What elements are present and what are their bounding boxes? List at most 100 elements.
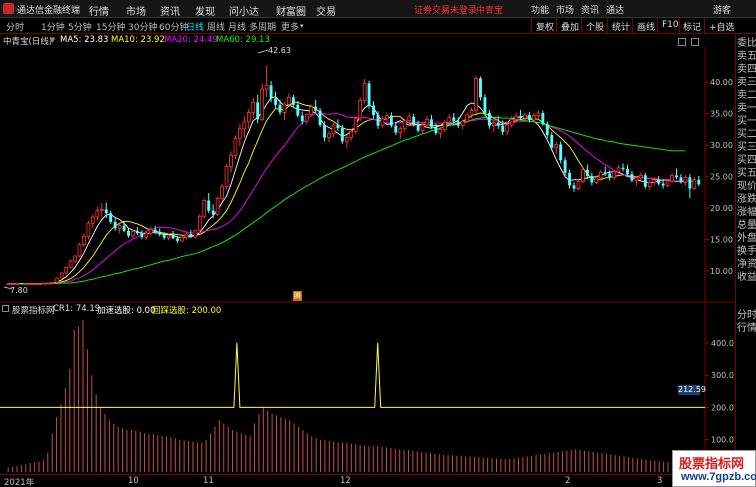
candle-body <box>550 135 554 148</box>
side-item-buy2[interactable]: 买二 <box>737 128 756 141</box>
menu-function[interactable]: 功能 <box>531 3 549 16</box>
guest-user[interactable]: 游客 <box>713 3 731 16</box>
period-toolbar: 分时 1分钟 5分钟 15分钟 30分钟 60分钟 日线 周线 月线 多周期 更… <box>0 18 756 34</box>
candle-body <box>287 96 291 105</box>
toolbar-divider <box>556 18 557 34</box>
candle-body <box>474 78 478 111</box>
menu-market-right[interactable]: 市场 <box>556 3 574 16</box>
side-tab-quotes[interactable]: 行情 <box>737 322 756 335</box>
candle-body <box>452 117 456 122</box>
side-item-outer[interactable]: 外盘 <box>737 232 756 245</box>
side-item-buy4[interactable]: 买四 <box>737 154 756 167</box>
side-item-sell3[interactable]: 卖三 <box>737 76 756 89</box>
period-more[interactable]: 更多 <box>281 20 299 33</box>
side-item-volume[interactable]: 总量 <box>737 219 756 232</box>
menu-ask[interactable]: 问小达 <box>229 3 259 18</box>
price-chart[interactable]: 40.00 35.00 30.00 25.00 20.00 15.00 10.00 <box>0 47 735 303</box>
candle-body <box>117 225 122 229</box>
more-chevron-icon[interactable]: ▾ <box>300 22 304 30</box>
period-monthly[interactable]: 月线 <box>228 20 246 33</box>
side-item-buy1[interactable]: 买一 <box>737 115 756 128</box>
candle-body <box>514 115 518 120</box>
dropdown-icon[interactable]: ▼ <box>50 36 55 44</box>
tool-adjust[interactable]: 复权 <box>536 20 554 33</box>
candle-body <box>661 183 665 186</box>
candle-body <box>626 169 629 175</box>
candle-body <box>362 83 367 101</box>
candle-body <box>260 88 265 120</box>
side-item-change[interactable]: 涨跌 <box>737 193 756 206</box>
candle-body <box>340 128 344 142</box>
menu-wealth[interactable]: 财富圈 <box>276 3 306 18</box>
tool-f10[interactable]: F10 <box>662 20 679 30</box>
side-item-sell5[interactable]: 卖五 <box>737 50 756 63</box>
menu-news[interactable]: 资讯 <box>160 3 180 18</box>
candle-body <box>438 129 443 134</box>
price-tick-label: 30.00 <box>710 141 733 150</box>
candle-body <box>563 160 567 173</box>
tool-mark[interactable]: 标记 <box>683 20 701 33</box>
tool-draw[interactable]: 画线 <box>637 20 655 33</box>
quote-side-panel: 委比 卖五 卖四 卖三 卖二 卖一 买一 买二 买三 买四 买五 现价 涨跌 涨… <box>735 34 756 487</box>
cr1-label: CR1: 74.19 <box>53 304 101 314</box>
period-intraday[interactable]: 分时 <box>6 20 24 33</box>
side-item-earnings[interactable]: 收益 <box>737 271 756 284</box>
tool-overlay[interactable]: 叠加 <box>561 20 579 33</box>
time-label: 2 <box>565 476 571 486</box>
candle-body <box>15 282 19 285</box>
menu-quotes[interactable]: 行情 <box>89 3 109 18</box>
candle-body <box>407 116 412 122</box>
side-item-turnover[interactable]: 换手 <box>737 245 756 258</box>
side-item-buy3[interactable]: 买三 <box>737 141 756 154</box>
candle-body <box>331 124 336 135</box>
indicator-source[interactable]: 股票指标网 <box>12 304 55 316</box>
menu-discover[interactable]: 发现 <box>195 3 215 18</box>
side-item-weibi[interactable]: 委比 <box>737 37 756 50</box>
candle-body <box>238 128 242 139</box>
tool-stock[interactable]: 个股 <box>586 20 604 33</box>
trade-login-alert[interactable]: 证券交易未登录 <box>414 3 477 16</box>
tool-stats[interactable]: 统计 <box>612 20 630 33</box>
menu-tongda[interactable]: 通达 <box>606 3 624 16</box>
candle-body <box>264 84 269 90</box>
indicator-chart[interactable]: 400.0 300.0 200.0 100.0 <box>0 303 735 474</box>
candle-body <box>207 200 211 211</box>
candle-body <box>220 186 224 200</box>
event-marker[interactable]: 腾 <box>293 291 302 301</box>
period-5min[interactable]: 5分钟 <box>68 20 92 33</box>
candle-body <box>590 176 594 183</box>
toolbar-divider <box>581 18 582 34</box>
candle-body <box>639 174 643 179</box>
side-item-price[interactable]: 现价 <box>737 180 756 193</box>
side-item-sell4[interactable]: 卖四 <box>737 63 756 76</box>
menu-market[interactable]: 市场 <box>126 3 146 18</box>
ma60-label: MA60: 29.13 <box>216 35 270 45</box>
candle-body <box>505 124 510 133</box>
candle-body <box>385 115 389 120</box>
period-30min[interactable]: 30分钟 <box>128 20 157 33</box>
period-daily[interactable]: 日线 <box>186 20 204 33</box>
candle-body <box>10 283 15 286</box>
menu-trade[interactable]: 交易 <box>316 3 336 18</box>
period-multi[interactable]: 多周期 <box>249 20 276 33</box>
side-tab-intraday[interactable]: 分时 <box>737 309 756 322</box>
period-15min[interactable]: 15分钟 <box>96 20 125 33</box>
candle-body <box>581 169 585 183</box>
candle-body <box>349 130 354 139</box>
period-weekly[interactable]: 周线 <box>207 20 225 33</box>
period-1min[interactable]: 1分钟 <box>41 20 65 33</box>
side-item-sell2[interactable]: 卖二 <box>737 89 756 102</box>
candle-body <box>572 185 576 189</box>
period-60min[interactable]: 60分钟 <box>159 20 188 33</box>
tool-add-watchlist[interactable]: +自选 <box>709 20 735 33</box>
minimize-panel-icon[interactable] <box>678 38 686 46</box>
side-item-change-pct[interactable]: 涨幅 <box>737 206 756 219</box>
side-item-buy5[interactable]: 买五 <box>737 167 756 180</box>
candle-body <box>144 232 149 238</box>
candle-body <box>318 110 322 126</box>
indicator-settings-icon[interactable] <box>2 305 9 312</box>
menu-news-right[interactable]: 资讯 <box>581 3 599 16</box>
side-item-net-asset[interactable]: 净资 <box>737 258 756 271</box>
side-item-sell1[interactable]: 卖一 <box>737 102 756 115</box>
maximize-panel-icon[interactable] <box>691 38 699 46</box>
